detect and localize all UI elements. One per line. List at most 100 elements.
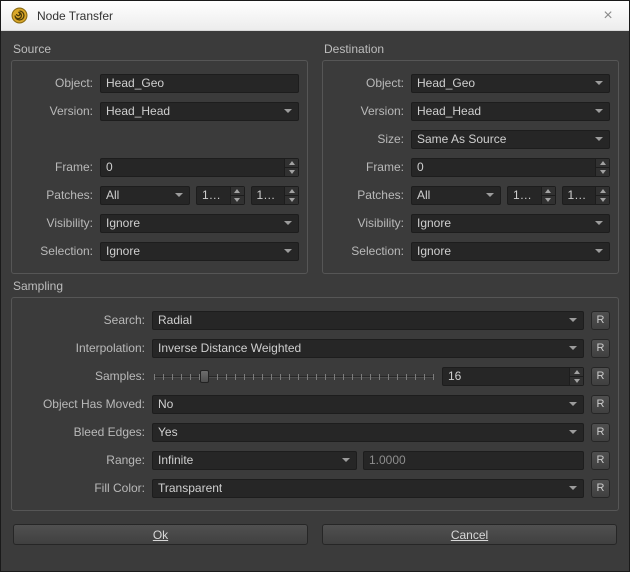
spin-down-button[interactable]: [570, 376, 583, 385]
samples-reset-button[interactable]: R: [591, 367, 610, 386]
spin-up-button[interactable]: [596, 187, 609, 195]
source-frame-label: Frame:: [20, 160, 100, 174]
source-selection-label: Selection:: [20, 244, 100, 258]
source-patches-label: Patches:: [20, 188, 100, 202]
source-object-input[interactable]: Head_Geo: [100, 74, 299, 93]
chevron-down-icon: [595, 137, 603, 141]
range-dropdown[interactable]: Infinite: [152, 451, 357, 470]
chevron-down-icon: [595, 81, 603, 85]
triangle-down-icon: [234, 198, 240, 202]
source-selection-dropdown[interactable]: Ignore: [100, 242, 299, 261]
spin-up-button[interactable]: [596, 159, 609, 167]
source-frame-spinner[interactable]: 0: [100, 158, 299, 177]
object-has-moved-dropdown[interactable]: No: [152, 395, 584, 414]
destination-visibility-row: Visibility: Ignore: [331, 213, 610, 233]
triangle-up-icon: [600, 161, 606, 165]
spinner-buttons: [569, 368, 583, 385]
source-visibility-dropdown[interactable]: Ignore: [100, 214, 299, 233]
chevron-down-icon: [569, 430, 577, 434]
samples-spinner[interactable]: 16: [442, 367, 584, 386]
search-row: Search: Radial R: [20, 310, 610, 330]
range-reset-button[interactable]: R: [591, 451, 610, 470]
fill-color-dropdown[interactable]: Transparent: [152, 479, 584, 498]
destination-group: Destination Object: Head_Geo Version: He…: [322, 37, 619, 274]
source-object-row: Object: Head_Geo: [20, 73, 299, 93]
destination-visibility-value: Ignore: [417, 216, 451, 230]
spin-down-button[interactable]: [542, 195, 555, 204]
spin-up-button[interactable]: [285, 159, 298, 167]
triangle-down-icon: [545, 198, 551, 202]
triangle-up-icon: [600, 189, 606, 193]
spinner-buttons: [595, 187, 609, 204]
destination-object-dropdown[interactable]: Head_Geo: [411, 74, 610, 93]
bleed-edges-reset-button[interactable]: R: [591, 423, 610, 442]
destination-size-dropdown[interactable]: Same As Source: [411, 130, 610, 149]
source-group-label: Source: [13, 42, 308, 56]
chevron-down-icon: [595, 221, 603, 225]
source-patches-mode-value: All: [106, 188, 119, 202]
fill-color-value: Transparent: [158, 481, 222, 495]
source-patches-end-spinner[interactable]: 1005: [251, 186, 300, 205]
triangle-down-icon: [600, 198, 606, 202]
spin-up-button[interactable]: [231, 187, 244, 195]
search-value: Radial: [158, 313, 192, 327]
ok-button-label: Ok: [153, 528, 168, 542]
interpolation-reset-button[interactable]: R: [591, 339, 610, 358]
cancel-button[interactable]: Cancel: [322, 524, 617, 545]
triangle-down-icon: [289, 198, 295, 202]
fill-color-reset-button[interactable]: R: [591, 479, 610, 498]
destination-selection-dropdown[interactable]: Ignore: [411, 242, 610, 261]
destination-frame-spinner[interactable]: 0: [411, 158, 610, 177]
destination-size-label: Size:: [331, 132, 411, 146]
spin-up-button[interactable]: [542, 187, 555, 195]
spin-down-button[interactable]: [231, 195, 244, 204]
source-version-dropdown[interactable]: Head_Head: [100, 102, 299, 121]
triangle-down-icon: [574, 379, 580, 383]
object-has-moved-reset-button[interactable]: R: [591, 395, 610, 414]
interpolation-value: Inverse Distance Weighted: [158, 341, 301, 355]
destination-group-box: Object: Head_Geo Version: Head_Head: [322, 60, 619, 274]
destination-object-row: Object: Head_Geo: [331, 73, 610, 93]
samples-label: Samples:: [20, 369, 152, 383]
source-patches-mode-dropdown[interactable]: All: [100, 186, 190, 205]
chevron-down-icon: [569, 318, 577, 322]
search-dropdown[interactable]: Radial: [152, 311, 584, 330]
destination-selection-label: Selection:: [331, 244, 411, 258]
object-has-moved-row: Object Has Moved: No R: [20, 394, 610, 414]
source-visibility-label: Visibility:: [20, 216, 100, 230]
titlebar[interactable]: Node Transfer ×: [1, 1, 629, 31]
source-visibility-value: Ignore: [106, 216, 140, 230]
destination-version-dropdown[interactable]: Head_Head: [411, 102, 610, 121]
spin-down-button[interactable]: [285, 167, 298, 176]
spin-down-button[interactable]: [596, 195, 609, 204]
spinner-buttons: [541, 187, 555, 204]
range-amount-input[interactable]: 1.0000: [363, 451, 584, 470]
spin-up-button[interactable]: [570, 368, 583, 376]
bleed-edges-dropdown[interactable]: Yes: [152, 423, 584, 442]
samples-slider-handle[interactable]: [200, 370, 209, 383]
destination-patches-mode-dropdown[interactable]: All: [411, 186, 501, 205]
close-button[interactable]: ×: [597, 5, 619, 27]
destination-patches-end-spinner[interactable]: 1005: [562, 186, 611, 205]
spin-up-button[interactable]: [285, 187, 298, 195]
destination-version-row: Version: Head_Head: [331, 101, 610, 121]
triangle-up-icon: [574, 370, 580, 374]
interpolation-dropdown[interactable]: Inverse Distance Weighted: [152, 339, 584, 358]
interpolation-label: Interpolation:: [20, 341, 152, 355]
source-group-box: Object: Head_Geo Version: Head_Head: [11, 60, 308, 274]
ok-button[interactable]: Ok: [13, 524, 308, 545]
object-has-moved-value: No: [158, 397, 173, 411]
sampling-group-label: Sampling: [13, 279, 619, 293]
spin-down-button[interactable]: [596, 167, 609, 176]
chevron-down-icon: [284, 221, 292, 225]
spin-down-button[interactable]: [285, 195, 298, 204]
range-value: Infinite: [158, 453, 193, 467]
destination-patches-start-spinner[interactable]: 1001: [507, 186, 556, 205]
samples-slider[interactable]: [152, 367, 436, 386]
search-reset-button[interactable]: R: [591, 311, 610, 330]
source-patches-start-spinner[interactable]: 1001: [196, 186, 245, 205]
destination-visibility-dropdown[interactable]: Ignore: [411, 214, 610, 233]
interpolation-row: Interpolation: Inverse Distance Weighted…: [20, 338, 610, 358]
chevron-down-icon: [342, 458, 350, 462]
source-version-row: Version: Head_Head: [20, 101, 299, 121]
